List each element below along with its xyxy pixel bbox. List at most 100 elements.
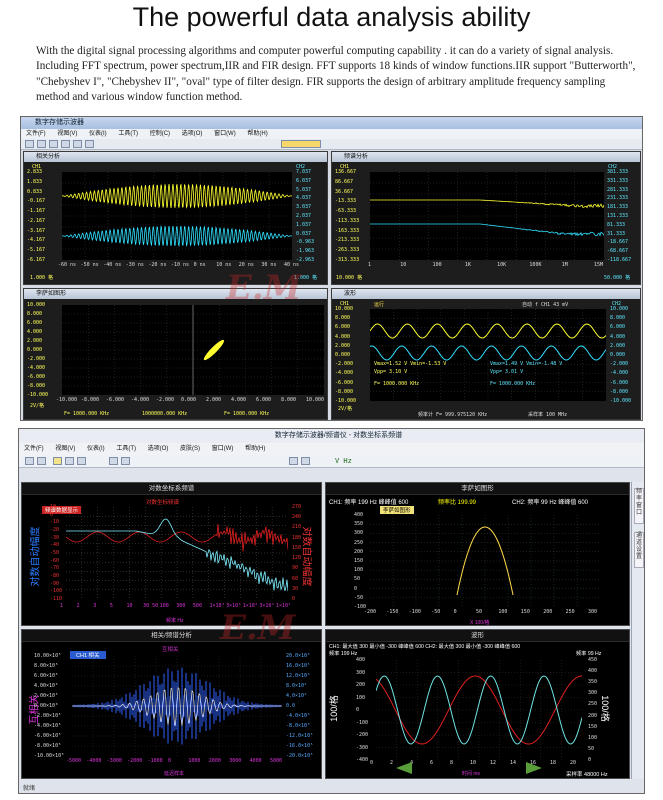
tick-label: 350 (354, 521, 363, 527)
tick-label: -4.000 (27, 365, 45, 371)
sample-rate: 采样率 48000 Hz (566, 770, 608, 778)
menu-tools[interactable]: 工具(T) (116, 446, 136, 452)
tick-label: -40 ns (103, 262, 121, 268)
menu-control[interactable]: 控制(C) (150, 131, 170, 137)
sample-rate: 采样率 100 MHz (528, 411, 567, 418)
tick-label: 0 (356, 707, 359, 713)
tick-label: 6.000 (256, 397, 271, 403)
tick-label: 150 (292, 545, 301, 551)
lissajous-button[interactable]: 李萨如图形 (380, 506, 414, 514)
tick-label: -10 ns (171, 262, 189, 268)
menu-tools[interactable]: 工具(T) (118, 131, 138, 137)
tick-label: 0.000 (181, 397, 196, 403)
tick-label: -113.333 (335, 218, 359, 224)
tick-label: 50 (354, 576, 360, 582)
toolbar-chart-icon[interactable] (109, 457, 118, 465)
menu-file[interactable]: 文件(F) (26, 131, 46, 137)
tick-label: 4.000 (335, 334, 350, 340)
tick-label: 240 (292, 514, 301, 520)
tick-label: 0 (354, 586, 357, 592)
toolbar-export-icon[interactable] (289, 457, 298, 465)
bottom-pane-lissajous: 李萨如图形 CH1: 频率 199 Hz 峰峰值 600 频率比 199.99 … (325, 482, 630, 626)
menu-view[interactable]: 视图(V) (57, 131, 77, 137)
menu-window[interactable]: 窗口(W) (214, 131, 236, 137)
tick-label: 0.00×10⁰ (34, 703, 58, 709)
tick-label: -2.167 (27, 218, 45, 224)
tick-label: -4.167 (27, 237, 45, 243)
inner-title: 对数坐标频谱 (146, 498, 179, 506)
tick-label: -50 ns (81, 262, 99, 268)
toolbar-zoom-icon[interactable] (73, 140, 82, 148)
tick-label: 120 (292, 555, 301, 561)
hz-unit-toggle[interactable]: V Hz (335, 457, 352, 465)
tick-label: -68.667 (607, 248, 628, 254)
tick-label: 0 (454, 609, 457, 615)
lissajous-plot-svg (62, 305, 324, 395)
tick-label: 36.667 (335, 189, 353, 195)
tick-label: 100 (160, 603, 169, 609)
plot-area: 对数坐标频谱 频谱数据显示 对数自动幅度 对数自动幅度 10 0 -10 -20 -30… (22, 495, 322, 626)
toolbar-run-icon[interactable] (49, 140, 58, 148)
toolbar-pointer-icon[interactable] (37, 457, 46, 465)
ch1-frequency: 频率 199 Hz (329, 650, 357, 657)
tick-label: -200 (356, 732, 368, 738)
menu-instrument[interactable]: 仪表(I) (89, 131, 107, 137)
tick-label: 2.00×10⁵ (34, 693, 58, 699)
tick-label: 4000 (250, 758, 262, 764)
tick-label: -6.000 (335, 380, 353, 386)
toolbar-meter-icon[interactable] (77, 457, 86, 465)
tick-label: -4.00×10⁵ (34, 723, 61, 729)
toolbar-settings-icon[interactable] (53, 457, 62, 465)
pane-title: 相关分析 (24, 152, 327, 162)
toolbar-spectrum-icon[interactable] (121, 457, 130, 465)
tick-label: 100K (529, 262, 541, 268)
menu-help[interactable]: 帮助(H) (247, 131, 267, 137)
side-tab-channel-settings[interactable]: 通道设置 (634, 532, 644, 568)
tick-label: 1 (60, 603, 63, 609)
toolbar-grid-icon[interactable] (65, 457, 74, 465)
tick-label: -300 (356, 745, 368, 751)
toolbar-window-icon[interactable] (301, 457, 310, 465)
toolbar-channel-icon[interactable] (281, 140, 321, 148)
bottom-pane-correlation: 相关/频谱分析 互相关 CH1 相关 互相关 10.00×10⁵ 8.00×10⁵… (21, 629, 322, 779)
toolbar-measure-icon[interactable] (85, 140, 94, 148)
tick-label: 200 (588, 713, 597, 719)
menu-view[interactable]: 视图(V) (55, 446, 75, 452)
ch2-vpp: Vpp= 3.01 V (490, 369, 523, 375)
tick-label: 210 (292, 524, 301, 530)
menu-file[interactable]: 文件(F) (24, 446, 44, 452)
tick-label: -50 (354, 595, 363, 601)
tick-label: 4.000 (27, 329, 42, 335)
status-bar: 就绪 (23, 783, 35, 792)
menu-help[interactable]: 帮助(H) (245, 446, 265, 452)
tick-label: 4.000 (231, 397, 246, 403)
tick-label: 5.037 (296, 187, 311, 193)
menu-instrument[interactable]: 仪表(I) (87, 446, 105, 452)
plot-area (62, 172, 292, 260)
scroll-right-arrow-icon[interactable] (526, 762, 542, 774)
tick-label: 150 (354, 558, 363, 564)
toolbar-open-icon[interactable] (25, 140, 34, 148)
tick-label: 50 (476, 609, 482, 615)
side-tab-frequency-window[interactable]: 频率窗口 (634, 488, 644, 524)
tick-label: -10.000 (610, 398, 631, 404)
tick-label: 6 (430, 760, 433, 766)
tick-label: -2.000 (156, 397, 174, 403)
menu-options[interactable]: 选项(O) (182, 131, 203, 137)
ch2-header: CH2: 频率 99 Hz 峰峰值 600 (512, 497, 588, 506)
tick-label: 500 (193, 603, 202, 609)
toolbar-stop-icon[interactable] (61, 140, 70, 148)
tick-label: -40 (50, 542, 59, 548)
tick-label: -12.0×10⁵ (286, 733, 313, 739)
menu-options[interactable]: 选项(O) (148, 446, 169, 452)
tick-label: -8.0×10⁵ (286, 723, 310, 729)
tick-label: 20 (570, 760, 576, 766)
scroll-left-arrow-icon[interactable] (396, 762, 412, 774)
tick-label: 300 (356, 670, 365, 676)
tick-label: -20 ns (148, 262, 166, 268)
toolbar-save-icon[interactable] (37, 140, 46, 148)
menu-skin[interactable]: 皮肤(S) (180, 446, 200, 452)
tick-label: 3.037 (296, 204, 311, 210)
toolbar-arrow-icon[interactable] (25, 457, 34, 465)
menu-window[interactable]: 窗口(W) (212, 446, 234, 452)
